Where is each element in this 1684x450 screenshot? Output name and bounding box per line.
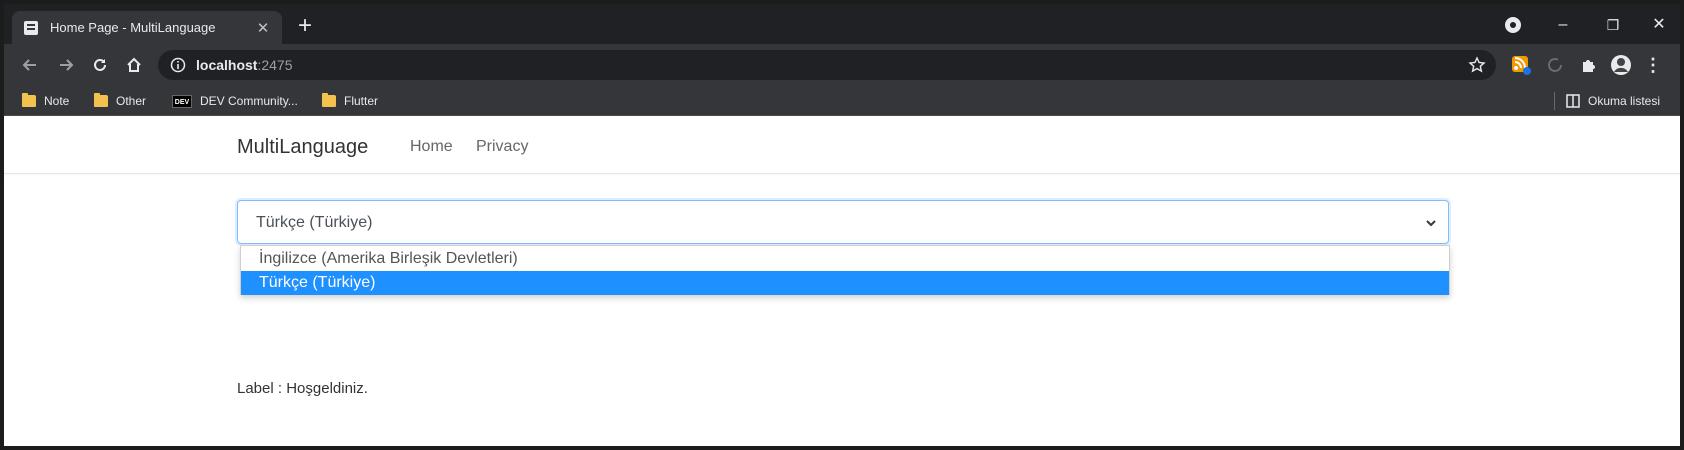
reload-icon[interactable] — [88, 53, 112, 77]
bookmark-dev-community[interactable]: DEV DEV Community... — [172, 92, 298, 110]
site-info-icon[interactable] — [170, 57, 186, 73]
url-host: localhost — [196, 57, 258, 73]
bookmark-note[interactable]: Note — [22, 92, 69, 110]
culture-select-value: Türkçe (Türkiye) — [256, 214, 373, 231]
bookmark-label: Other — [116, 94, 147, 108]
chevron-down-icon — [1424, 216, 1438, 230]
more-menu-icon[interactable]: ⋮ — [1642, 54, 1664, 76]
localized-label: Label : Hoşgeldiniz. — [237, 380, 368, 397]
bookmark-star-icon[interactable] — [1468, 56, 1486, 74]
tab-title: Home Page - MultiLanguage — [50, 20, 216, 35]
address-bar[interactable]: localhost :2475 — [158, 50, 1496, 80]
profile-avatar[interactable] — [1610, 54, 1632, 76]
extensions-puzzle-icon[interactable] — [1578, 54, 1600, 76]
nav-link-home[interactable]: Home — [410, 138, 453, 156]
url-port: :2475 — [257, 57, 293, 73]
tab-strip: Home Page - MultiLanguage ✕ + – ❐ ✕ — [4, 4, 1680, 44]
window-close-button[interactable]: ✕ — [1644, 12, 1674, 38]
restore-button[interactable]: ❐ — [1598, 12, 1628, 38]
back-arrow-icon[interactable] — [18, 53, 42, 77]
option-turkish-tr[interactable]: Türkçe (Türkiye) — [241, 271, 1449, 295]
app-navbar: MultiLanguage Home Privacy — [4, 117, 1680, 174]
culture-options-list: İngilizce (Amerika Birleşik Devletleri) … — [240, 245, 1450, 295]
folder-icon — [94, 93, 108, 107]
nav-link-privacy[interactable]: Privacy — [476, 138, 528, 156]
rss-extension-icon[interactable] — [1510, 54, 1532, 76]
bookmark-other[interactable]: Other — [94, 92, 146, 110]
culture-select[interactable]: Türkçe (Türkiye) — [237, 200, 1449, 244]
dev-logo-icon: DEV — [172, 94, 192, 108]
option-english-us[interactable]: İngilizce (Amerika Birleşik Devletleri) — [241, 247, 1449, 271]
new-tab-button[interactable]: + — [292, 13, 318, 39]
profile-badge-icon[interactable] — [1498, 12, 1528, 38]
web-page: MultiLanguage Home Privacy Türkçe (Türki… — [4, 117, 1680, 446]
reading-list-label: Okuma listesi — [1588, 94, 1661, 108]
home-icon[interactable] — [122, 53, 146, 77]
navbar-brand[interactable]: MultiLanguage — [237, 136, 368, 159]
bookmark-label: Flutter — [344, 94, 379, 108]
bookmark-label: Note — [44, 94, 70, 108]
forward-arrow-icon[interactable] — [54, 53, 78, 77]
tab-close-icon[interactable]: ✕ — [254, 19, 272, 37]
reading-list-icon — [1566, 94, 1580, 108]
minimize-button[interactable]: – — [1548, 12, 1578, 38]
page-favicon-icon — [22, 19, 40, 37]
bookmark-flutter[interactable]: Flutter — [322, 92, 378, 110]
folder-icon — [322, 93, 336, 107]
browser-toolbar: localhost :2475 ⋮ — [4, 44, 1680, 86]
loading-extension-icon[interactable] — [1544, 54, 1566, 76]
bookmarks-bar: Note Other DEV DEV Community... Flutter … — [4, 86, 1680, 116]
browser-window: Home Page - MultiLanguage ✕ + – ❐ ✕ loca… — [4, 4, 1680, 446]
folder-icon — [22, 93, 36, 107]
browser-tab[interactable]: Home Page - MultiLanguage ✕ — [12, 11, 282, 44]
reading-list-button[interactable]: Okuma listesi — [1566, 92, 1660, 110]
bookmark-label: DEV Community... — [200, 94, 298, 108]
bookmarks-divider — [1554, 92, 1555, 110]
